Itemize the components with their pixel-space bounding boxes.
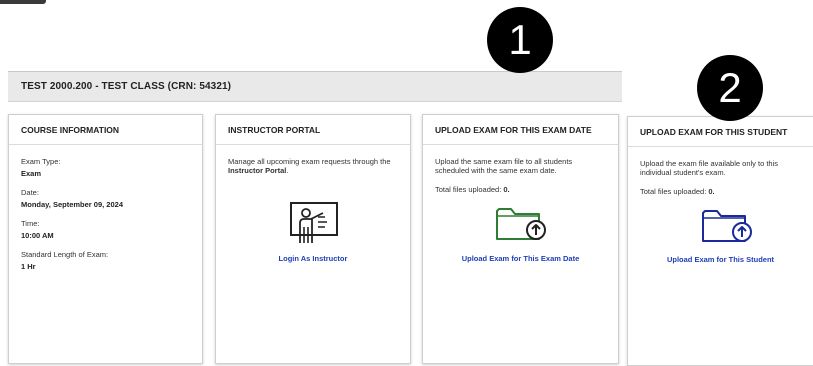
time-label: Time: [21, 219, 40, 228]
date-value: Monday, September 09, 2024 [21, 200, 123, 209]
course-information-heading: COURSE INFORMATION [9, 115, 202, 145]
upload-exam-date-card: UPLOAD EXAM FOR THIS EXAM DATE Upload th… [422, 114, 619, 364]
student-files-uploaded-label: Total files uploaded: [640, 187, 709, 196]
upload-exam-student-body: Upload the exam file available only to t… [628, 147, 813, 196]
exam-length-label: Standard Length of Exam: [21, 250, 109, 259]
upload-exam-student-count: Total files uploaded: 0. [640, 187, 801, 196]
time-value: 10:00 AM [21, 231, 54, 240]
instructor-portal-desc-bold: Instructor Portal [228, 166, 287, 175]
upload-exam-date-heading: UPLOAD EXAM FOR THIS EXAM DATE [423, 115, 618, 145]
step-badge-1: 1 [487, 7, 553, 73]
instructor-portal-heading: INSTRUCTOR PORTAL [216, 115, 410, 145]
instructor-portal-desc-text: Manage all upcoming exam requests throug… [228, 157, 391, 166]
files-uploaded-value: 0. [503, 185, 510, 194]
exam-type-label: Exam Type: [21, 157, 61, 166]
login-as-instructor-link[interactable]: Login As Instructor [216, 254, 410, 263]
upload-exam-date-count: Total files uploaded: 0. [435, 185, 606, 194]
upload-exam-date-body: Upload the same exam file to all student… [423, 145, 618, 194]
instructor-portal-card: INSTRUCTOR PORTAL Manage all upcoming ex… [215, 114, 411, 364]
upload-exam-for-student-link[interactable]: Upload Exam for This Student [628, 255, 813, 264]
upload-exam-student-card: UPLOAD EXAM FOR THIS STUDENT Upload the … [627, 116, 813, 366]
instructor-portal-desc-end: . [286, 166, 289, 175]
student-files-uploaded-value: 0. [708, 187, 715, 196]
class-header-bar: TEST 2000.200 - TEST CLASS (CRN: 54321) [8, 71, 622, 102]
upload-exam-student-heading: UPLOAD EXAM FOR THIS STUDENT [628, 117, 813, 147]
instructor-portal-body: Manage all upcoming exam requests throug… [216, 145, 410, 175]
top-edge-shape [0, 0, 46, 4]
folder-upload-icon[interactable] [495, 205, 547, 241]
files-uploaded-label: Total files uploaded: [435, 185, 504, 194]
presenter-board-icon [289, 201, 339, 245]
course-information-card: COURSE INFORMATION Exam Type: Exam Date:… [8, 114, 203, 364]
date-label: Date: [21, 188, 39, 197]
upload-exam-date-description: Upload the same exam file to all student… [435, 157, 573, 175]
class-title: TEST 2000.200 - TEST CLASS (CRN: 54321) [21, 81, 232, 92]
folder-upload-icon[interactable] [701, 207, 753, 243]
exam-length-value: 1 Hr [21, 262, 36, 271]
upload-exam-student-description: Upload the exam file available only to t… [640, 159, 778, 177]
upload-exam-for-date-link[interactable]: Upload Exam for This Exam Date [423, 254, 618, 263]
step-badge-2: 2 [697, 55, 763, 121]
course-information-body: Exam Type: Exam Date: Monday, September … [9, 145, 202, 271]
instructor-portal-description: Manage all upcoming exam requests throug… [228, 157, 398, 175]
exam-type-value: Exam [21, 169, 42, 178]
